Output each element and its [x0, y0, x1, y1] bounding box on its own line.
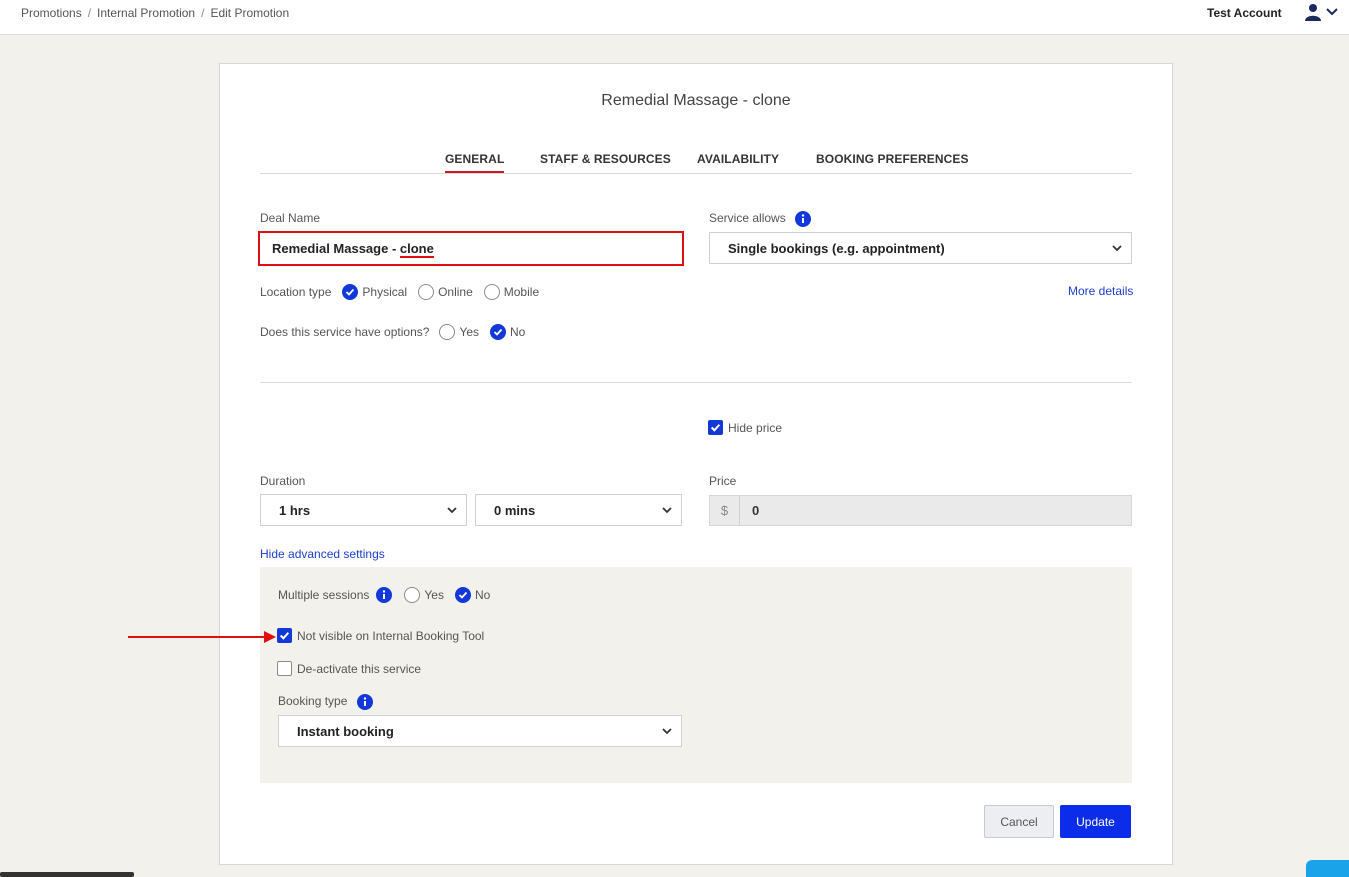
update-button[interactable]: Update — [1060, 805, 1131, 838]
chat-widget-icon[interactable] — [1306, 860, 1349, 877]
top-bar: Promotions / Internal Promotion / Edit P… — [0, 0, 1349, 35]
radio-online[interactable] — [418, 284, 435, 300]
user-icon[interactable] — [1304, 3, 1322, 21]
price-input: $ 0 — [709, 495, 1132, 526]
info-icon[interactable] — [376, 587, 393, 603]
check-icon — [710, 424, 721, 432]
price-value: 0 — [752, 503, 760, 518]
info-icon[interactable] — [356, 694, 373, 710]
account-name[interactable]: Test Account — [1207, 6, 1282, 20]
hide-price-row[interactable]: Hide price — [708, 420, 782, 435]
advanced-settings-panel: Multiple sessions Yes No Not visible on … — [260, 567, 1132, 783]
chevron-down-icon — [662, 507, 672, 514]
chevron-down-icon — [662, 728, 672, 735]
breadcrumb-promotions[interactable]: Promotions — [21, 6, 82, 20]
radio-options-no[interactable] — [490, 324, 507, 340]
hide-price-label: Hide price — [728, 420, 783, 435]
booking-type-value: Instant booking — [297, 723, 394, 739]
duration-mins-value: 0 mins — [494, 502, 536, 518]
radio-multiple-yes[interactable] — [404, 587, 421, 603]
duration-label: Duration — [260, 474, 306, 488]
not-visible-label: Not visible on Internal Booking Tool — [297, 628, 485, 643]
duration-mins-select[interactable]: 0 mins — [475, 494, 682, 526]
duration-hours-select[interactable]: 1 hrs — [260, 494, 467, 526]
deactivate-checkbox[interactable] — [277, 661, 292, 676]
deactivate-label: De-activate this service — [297, 661, 422, 676]
location-mobile-label: Mobile — [503, 285, 540, 299]
tab-general[interactable]: GENERAL — [445, 152, 505, 173]
chevron-down-icon[interactable] — [1325, 5, 1339, 19]
radio-mobile[interactable] — [483, 284, 500, 300]
booking-type-label: Booking type — [278, 694, 373, 710]
breadcrumb-internal-promotion[interactable]: Internal Promotion — [97, 6, 195, 20]
price-currency: $ — [710, 496, 740, 525]
radio-options-yes[interactable] — [439, 324, 456, 340]
breadcrumb-separator: / — [87, 6, 92, 20]
options-yes[interactable]: Yes — [439, 324, 479, 340]
radio-multiple-no[interactable] — [454, 587, 471, 603]
multiple-no[interactable]: No — [454, 587, 491, 603]
hide-advanced-settings-link[interactable]: Hide advanced settings — [260, 547, 385, 561]
page-title: Remedial Massage - clone — [601, 92, 791, 109]
chevron-down-icon — [1112, 245, 1122, 252]
check-icon — [346, 288, 355, 296]
tab-bar: GENERAL STAFF & RESOURCES AVAILABILITY B… — [260, 148, 1132, 174]
price-label: Price — [709, 474, 737, 488]
breadcrumb-edit-promotion: Edit Promotion — [210, 6, 290, 20]
multiple-yes[interactable]: Yes — [404, 587, 444, 603]
location-online-label: Online — [438, 285, 473, 299]
options-no[interactable]: No — [490, 324, 525, 340]
more-details-link[interactable]: More details — [1068, 284, 1133, 298]
deal-name-input[interactable]: Remedial Massage - clone — [258, 231, 684, 266]
check-icon — [493, 328, 503, 336]
booking-type-text: Booking type — [278, 694, 348, 709]
not-visible-checkbox[interactable] — [277, 628, 292, 643]
multiple-yes-label: Yes — [424, 588, 444, 602]
scrollbar[interactable] — [0, 872, 134, 877]
location-type-label: Location type — [260, 285, 332, 299]
radio-physical[interactable] — [342, 284, 359, 300]
multiple-no-label: No — [474, 588, 491, 602]
cancel-button[interactable]: Cancel — [984, 805, 1054, 838]
tab-booking-preferences[interactable]: BOOKING PREFERENCES — [816, 152, 969, 166]
location-physical-label: Physical — [362, 285, 408, 299]
deal-name-highlight: clone — [399, 241, 434, 258]
deal-name-prefix: Remedial Massage - — [272, 241, 400, 256]
duration-hours-value: 1 hrs — [279, 502, 311, 518]
deactivate-row[interactable]: De-activate this service — [277, 661, 421, 676]
breadcrumb: Promotions / Internal Promotion / Edit P… — [21, 6, 289, 20]
service-allows-value: Single bookings (e.g. appointment) — [728, 240, 945, 256]
options-yes-label: Yes — [459, 325, 480, 339]
multiple-sessions-label: Multiple sessions — [278, 588, 370, 602]
not-visible-row[interactable]: Not visible on Internal Booking Tool — [277, 628, 484, 643]
location-option-physical[interactable]: Physical — [342, 284, 407, 300]
annotation-arrow-icon — [128, 631, 276, 643]
location-type-row: Location type Physical Online Mobile — [260, 284, 550, 300]
service-allows-select[interactable]: Single bookings (e.g. appointment) — [709, 232, 1132, 264]
location-option-online[interactable]: Online — [418, 284, 473, 300]
hide-price-checkbox[interactable] — [708, 420, 723, 435]
options-no-label: No — [510, 325, 526, 339]
multiple-sessions-row: Multiple sessions Yes No — [278, 587, 501, 603]
check-icon — [279, 632, 290, 640]
section-divider — [260, 382, 1132, 383]
tab-staff-resources[interactable]: STAFF & RESOURCES — [540, 152, 671, 166]
service-options-label: Does this service have options? — [260, 325, 430, 339]
service-allows-label: Service allows — [709, 211, 812, 227]
deal-name-label: Deal Name — [260, 211, 321, 225]
service-options-row: Does this service have options? Yes No — [260, 324, 536, 340]
location-option-mobile[interactable]: Mobile — [483, 284, 540, 300]
service-allows-text: Service allows — [709, 211, 786, 226]
booking-type-select[interactable]: Instant booking — [278, 715, 682, 747]
tab-availability[interactable]: AVAILABILITY — [697, 152, 779, 166]
chevron-down-icon — [447, 507, 457, 514]
check-icon — [458, 591, 468, 599]
edit-promotion-card: Remedial Massage - clone GENERAL STAFF &… — [219, 63, 1173, 865]
breadcrumb-separator: / — [201, 6, 205, 20]
info-icon[interactable] — [795, 211, 812, 227]
